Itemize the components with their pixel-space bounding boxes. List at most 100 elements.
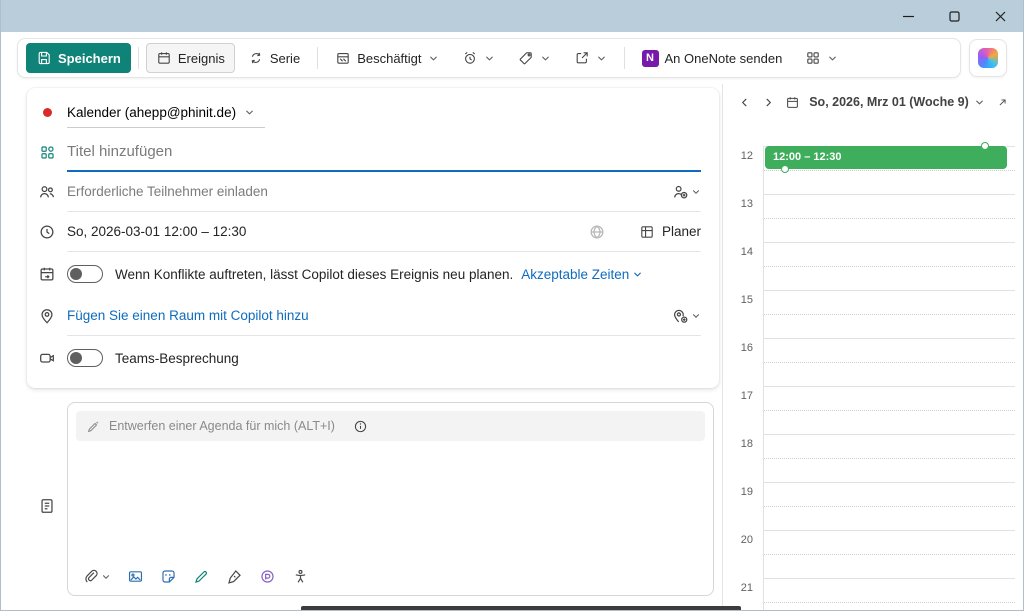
- location-icon: [38, 307, 56, 325]
- resize-handle-bottom[interactable]: [781, 165, 789, 173]
- loop-button[interactable]: [259, 568, 276, 585]
- room-finder-button[interactable]: [671, 307, 701, 325]
- calendar-hour-row[interactable]: 17: [723, 386, 1015, 434]
- resize-handle-top[interactable]: [981, 142, 989, 150]
- hour-cell[interactable]: [763, 386, 1015, 434]
- reminder-button[interactable]: [452, 43, 505, 73]
- divider: [138, 47, 139, 69]
- body-editor[interactable]: Entwerfen einer Agenda für mich (ALT+I): [67, 402, 714, 596]
- calendar-hour-row[interactable]: 15: [723, 290, 1015, 338]
- attach-button[interactable]: [82, 568, 111, 585]
- close-button[interactable]: [977, 0, 1023, 32]
- hour-cell[interactable]: [763, 434, 1015, 482]
- hour-cell[interactable]: [763, 338, 1015, 386]
- chevron-down-icon[interactable]: [632, 269, 643, 280]
- send-to-onenote-button[interactable]: N An OneNote senden: [632, 43, 793, 73]
- hour-cell[interactable]: [763, 290, 1015, 338]
- timezone-icon[interactable]: [588, 223, 606, 241]
- calendar-selector-dropdown[interactable]: Kalender (ahepp@phinit.de): [67, 96, 265, 128]
- calendar-selector-row: Kalender (ahepp@phinit.de): [27, 92, 709, 132]
- sticker-button[interactable]: [160, 568, 177, 585]
- prev-day-button[interactable]: [733, 91, 755, 113]
- minimize-button[interactable]: [885, 0, 931, 32]
- copilot-reschedule-row: Wenn Konflikte auftreten, lässt Copilot …: [27, 252, 709, 296]
- calendar-hour-grid: 12131415161718192021: [723, 146, 1015, 610]
- series-button[interactable]: Serie: [238, 43, 310, 73]
- chevron-down-icon: [974, 97, 985, 108]
- calendar-hour-row[interactable]: 19: [723, 482, 1015, 530]
- divider: [317, 47, 318, 69]
- calendar-hour-row[interactable]: 20: [723, 530, 1015, 578]
- half-hour-line: [764, 554, 1015, 555]
- next-day-button[interactable]: [757, 91, 779, 113]
- teams-meeting-toggle[interactable]: [67, 349, 103, 367]
- command-bar: Speichern Ereignis Serie Bes: [1, 32, 1023, 84]
- body-text-area[interactable]: [68, 449, 713, 560]
- busy-status-button[interactable]: Beschäftigt: [325, 43, 448, 73]
- hour-cell[interactable]: [763, 578, 1015, 610]
- command-toolbar: Speichern Ereignis Serie Bes: [17, 38, 961, 78]
- chevron-down-icon: [101, 572, 111, 582]
- acceptable-times-link[interactable]: Akzeptable Zeiten: [521, 267, 629, 282]
- add-room-link[interactable]: Fügen Sie einen Raum mit Copilot hinzu: [67, 308, 309, 323]
- attendees-row: [27, 172, 709, 212]
- copilot-reschedule-toggle[interactable]: [67, 265, 103, 283]
- hour-cell[interactable]: [763, 482, 1015, 530]
- calendar-hour-row[interactable]: 16: [723, 338, 1015, 386]
- calendar-date-label: So, 2026, Mrz 01 (Woche 9): [809, 95, 969, 109]
- charm-picker-icon[interactable]: [39, 144, 56, 161]
- teams-meeting-label: Teams-Besprechung: [115, 351, 239, 366]
- hour-cell[interactable]: [763, 530, 1015, 578]
- accessibility-button[interactable]: [292, 568, 309, 585]
- calendar-date-dropdown[interactable]: So, 2026, Mrz 01 (Woche 9): [809, 95, 985, 109]
- half-hour-line: [764, 410, 1015, 411]
- chevron-down-icon: [540, 53, 551, 64]
- titlebar: [1, 0, 1023, 32]
- close-icon: [995, 11, 1006, 22]
- draw-button[interactable]: [193, 568, 210, 585]
- half-hour-line: [764, 506, 1015, 507]
- info-icon[interactable]: [353, 419, 368, 434]
- calendar-hour-row[interactable]: 21: [723, 578, 1015, 610]
- datetime-text[interactable]: So, 2026-03-01 12:00 – 12:30: [67, 224, 246, 239]
- optional-attendees-button[interactable]: [671, 183, 701, 201]
- planner-button[interactable]: Planer: [639, 224, 701, 240]
- divider: [624, 47, 625, 69]
- repeat-icon: [248, 50, 264, 66]
- calendar-hour-row[interactable]: 14: [723, 242, 1015, 290]
- content: Kalender (ahepp@phinit.de): [1, 84, 1023, 610]
- date-picker-icon: [785, 95, 800, 110]
- maximize-button[interactable]: [931, 0, 977, 32]
- event-compose-window: Speichern Ereignis Serie Bes: [0, 0, 1024, 611]
- attendees-input[interactable]: [67, 177, 671, 207]
- expand-icon: [996, 96, 1009, 109]
- event-form-card: Kalender (ahepp@phinit.de): [27, 88, 719, 388]
- save-button[interactable]: Speichern: [26, 43, 131, 73]
- hour-cell[interactable]: [763, 194, 1015, 242]
- hour-label: 13: [723, 194, 763, 242]
- attendees-icon: [38, 183, 56, 201]
- busy-status-label: Beschäftigt: [357, 51, 421, 66]
- copilot-icon: [978, 48, 998, 68]
- chevron-right-icon: [763, 97, 774, 108]
- copilot-button[interactable]: [969, 39, 1007, 77]
- calendar-hour-row[interactable]: 18: [723, 434, 1015, 482]
- chevron-down-icon: [827, 53, 838, 64]
- date-picker-button[interactable]: [781, 91, 803, 113]
- event-type-button[interactable]: Ereignis: [146, 43, 235, 73]
- editor-toolbar: [68, 560, 713, 595]
- response-options-button[interactable]: [564, 43, 617, 73]
- title-input[interactable]: [67, 134, 701, 168]
- apps-button[interactable]: [795, 43, 848, 73]
- draft-agenda-bar[interactable]: Entwerfen einer Agenda für mich (ALT+I): [76, 411, 705, 441]
- expand-calendar-button[interactable]: [991, 91, 1013, 113]
- calendar-event[interactable]: 12:00 – 12:30: [765, 146, 1007, 169]
- save-icon: [36, 50, 52, 66]
- categorize-button[interactable]: [508, 43, 561, 73]
- hour-cell[interactable]: [763, 242, 1015, 290]
- insert-image-button[interactable]: [127, 568, 144, 585]
- signature-button[interactable]: [226, 568, 243, 585]
- calendar-hour-row[interactable]: 13: [723, 194, 1015, 242]
- clock-icon: [38, 223, 56, 241]
- busy-calendar-icon: [335, 50, 351, 66]
